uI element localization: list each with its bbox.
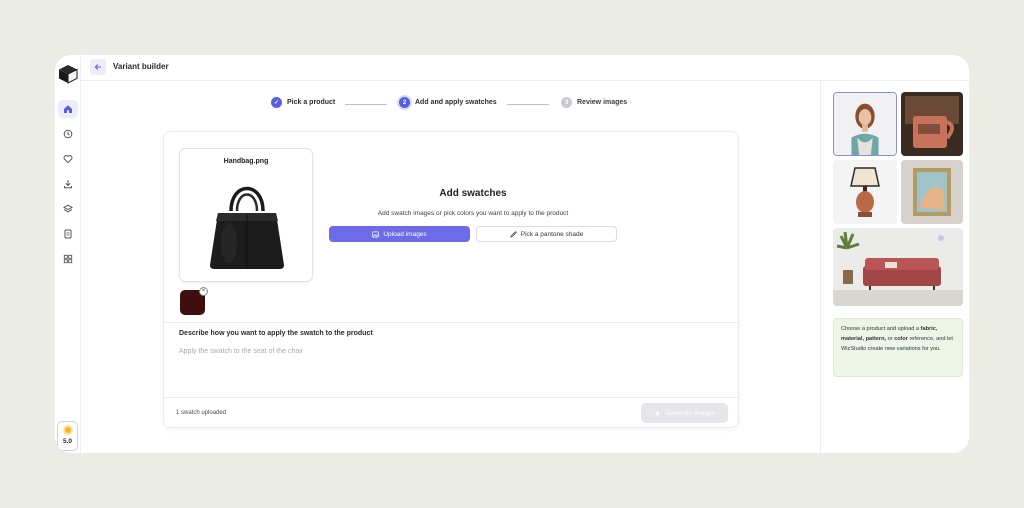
add-swatches-subtitle: Add swatch images or pick colors you wan… — [377, 210, 569, 217]
example-woman-image[interactable] — [833, 92, 897, 156]
example-sofa-image[interactable] — [833, 228, 963, 306]
product-filename: Handbag.png — [223, 158, 269, 165]
describe-input[interactable]: Apply the swatch to the seat of the chai… — [179, 348, 719, 355]
app-window: 5.0 Variant builder ✓ Pick a product 2 A… — [55, 55, 969, 453]
step-number: 2 — [399, 97, 410, 108]
remove-swatch-icon[interactable]: × — [199, 287, 208, 296]
example-frame-image[interactable] — [901, 160, 963, 224]
stepper: ✓ Pick a product 2 Add and apply swatche… — [81, 97, 820, 111]
swatch-card: Handbag.png × Add swatches Add swatch im… — [163, 131, 739, 428]
tip-text-or: or — [887, 336, 893, 342]
credits-badge[interactable]: 5.0 — [57, 421, 78, 451]
step-connector — [507, 104, 549, 105]
divider — [164, 397, 738, 398]
step-number: 3 — [561, 97, 572, 108]
credits-value: 5.0 — [62, 438, 73, 445]
step-check-icon: ✓ — [271, 97, 282, 108]
step-pick-product[interactable]: ✓ Pick a product — [271, 97, 335, 108]
document-icon[interactable] — [58, 225, 78, 243]
back-button[interactable] — [90, 59, 106, 75]
examples-panel: Choose a product and upload a fabric, ma… — [820, 81, 969, 453]
generate-images-button[interactable]: Generate images — [641, 403, 728, 423]
tip-text-bold-2: color — [894, 336, 908, 342]
step-review-images[interactable]: 3 Review images — [561, 97, 627, 108]
step-label: Review images — [577, 99, 628, 106]
layers-icon[interactable] — [58, 200, 78, 218]
sparkle-icon — [654, 409, 661, 417]
tip-box: Choose a product and upload a fabric, ma… — [833, 318, 963, 377]
step-connector — [345, 104, 387, 105]
top-header: Variant builder — [81, 55, 969, 81]
image-icon — [372, 231, 380, 237]
tip-text-prefix: Choose a product and upload a — [841, 326, 920, 332]
pick-pantone-label: Pick a pantone shade — [520, 230, 584, 238]
add-swatches-title: Add swatches — [439, 188, 507, 199]
coin-icon — [62, 425, 73, 435]
describe-label: Describe how you want to apply the swatc… — [179, 330, 373, 337]
handbag-image — [210, 186, 284, 269]
page-title: Variant builder — [113, 62, 169, 71]
upload-images-label: Upload images — [383, 230, 427, 238]
product-preview[interactable]: Handbag.png — [179, 148, 313, 282]
example-mug-image[interactable] — [901, 92, 963, 156]
arrow-left-icon — [94, 64, 101, 70]
step-add-swatches[interactable]: 2 Add and apply swatches — [399, 97, 497, 108]
side-rail: 5.0 — [55, 55, 81, 453]
divider — [164, 322, 738, 323]
swatch-count-status: 1 swatch uploaded — [176, 410, 227, 416]
home-icon[interactable] — [58, 100, 78, 118]
download-icon[interactable] — [58, 175, 78, 193]
upload-images-button[interactable]: Upload images — [329, 226, 470, 242]
grid-icon[interactable] — [58, 250, 78, 268]
main-content: ✓ Pick a product 2 Add and apply swatche… — [81, 81, 820, 453]
step-label: Pick a product — [287, 99, 336, 106]
generate-images-label: Generate images — [665, 409, 715, 417]
step-label: Add and apply swatches — [415, 99, 497, 106]
heart-icon[interactable] — [58, 150, 78, 168]
logo-icon[interactable] — [58, 64, 78, 84]
eyedropper-icon — [510, 230, 517, 238]
pick-pantone-button[interactable]: Pick a pantone shade — [476, 226, 617, 242]
clock-icon[interactable] — [58, 125, 78, 143]
example-lamp-image[interactable] — [833, 160, 897, 224]
